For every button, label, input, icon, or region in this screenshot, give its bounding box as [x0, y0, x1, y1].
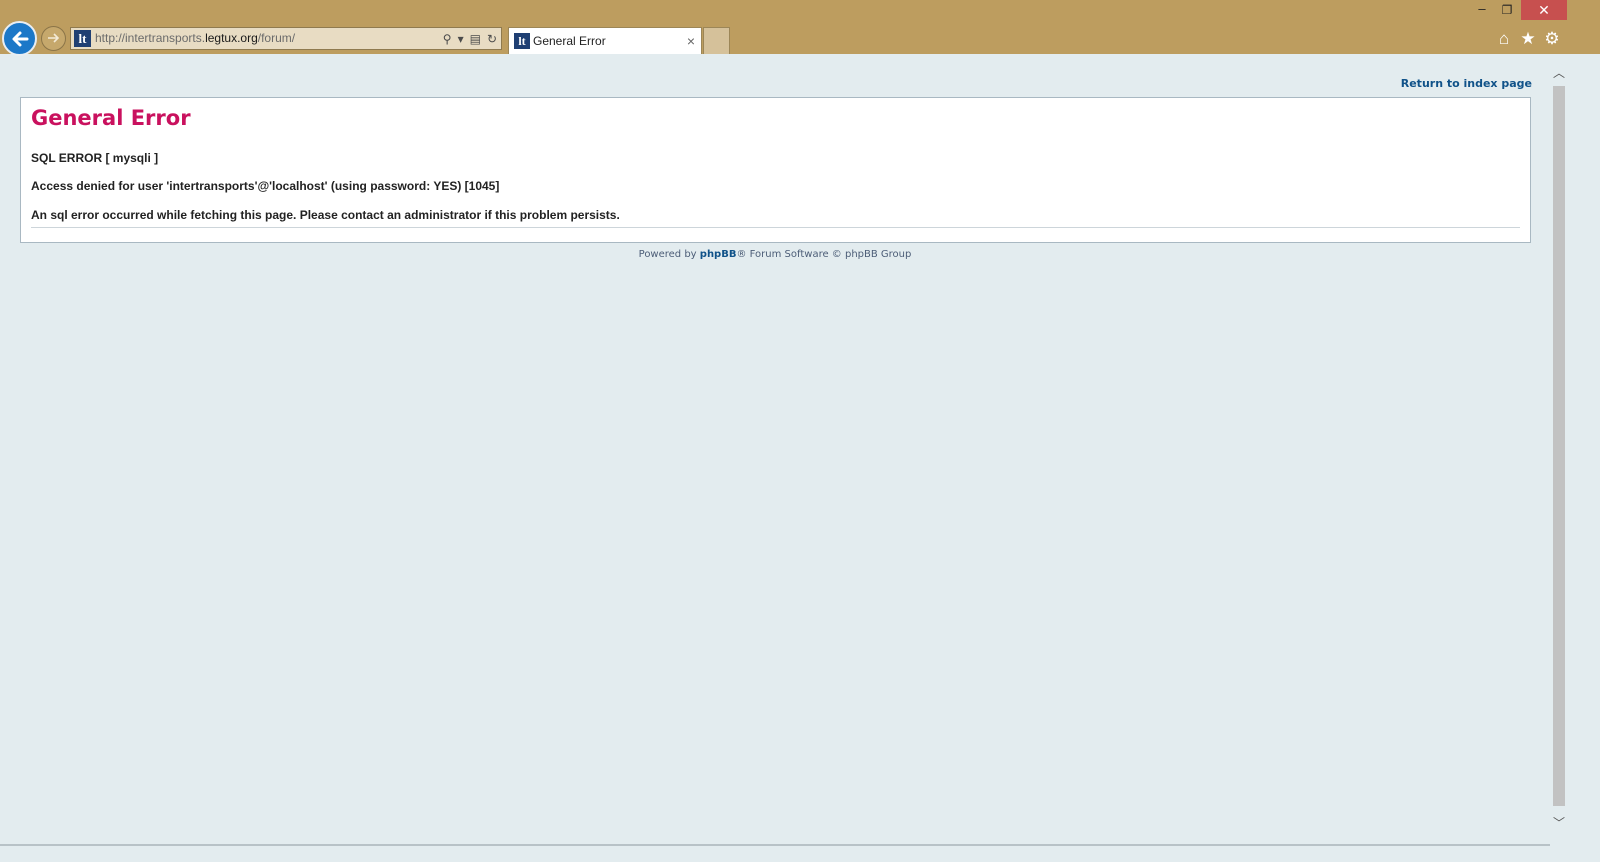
sql-error-detail: Access denied for user 'intertransports'…	[31, 179, 500, 193]
page-title: General Error	[31, 106, 191, 130]
refresh-icon[interactable]: ↻	[487, 32, 497, 46]
url-suffix: /forum/	[257, 31, 296, 45]
sql-error-type: SQL ERROR [ mysqli ]	[31, 151, 159, 165]
status-divider	[0, 844, 1550, 846]
scroll-up-icon[interactable]: ︿	[1551, 64, 1567, 82]
phpbb-link[interactable]: phpBB	[700, 249, 737, 260]
page-content: Return to index page General Error SQL E…	[0, 54, 1550, 844]
url-domain: legtux.org	[205, 31, 258, 45]
tab-close-icon[interactable]: ×	[687, 28, 695, 55]
minimize-button[interactable]: –	[1470, 0, 1494, 20]
scroll-down-icon[interactable]: ﹀	[1551, 814, 1567, 832]
tab-general-error[interactable]: lt General Error ×	[508, 27, 702, 54]
restore-button[interactable]: ❐	[1494, 0, 1520, 20]
tab-title: General Error	[533, 34, 606, 48]
gear-icon[interactable]: ⚙	[1543, 29, 1561, 49]
footer-suffix: ® Forum Software © phpBB Group	[736, 249, 912, 260]
url-prefix: http://intertransports.	[95, 31, 206, 45]
url-text[interactable]: http://intertransports.legtux.org/forum/	[95, 28, 295, 49]
tab-favicon: lt	[514, 33, 530, 49]
vertical-scrollbar[interactable]: ︿ ﹀	[1551, 64, 1567, 832]
dropdown-icon[interactable]: ▾	[458, 32, 464, 46]
address-bar[interactable]: lt http://intertransports.legtux.org/for…	[70, 27, 502, 50]
search-icon[interactable]: ⚲	[443, 32, 452, 46]
forward-icon	[48, 33, 60, 43]
error-panel: General Error SQL ERROR [ mysqli ] Acces…	[20, 97, 1531, 243]
star-icon[interactable]: ★	[1519, 29, 1537, 49]
return-to-index-link[interactable]: Return to index page	[1401, 77, 1532, 90]
footer: Powered by phpBB® Forum Software © phpBB…	[0, 249, 1550, 260]
divider	[31, 227, 1520, 228]
scroll-thumb[interactable]	[1553, 86, 1565, 806]
browser-titlebar: lt http://intertransports.legtux.org/for…	[0, 0, 1600, 56]
new-tab-button[interactable]	[703, 27, 730, 54]
back-button[interactable]	[2, 21, 37, 56]
compatibility-icon[interactable]: ▤	[470, 32, 481, 46]
close-window-button[interactable]: ✕	[1521, 0, 1567, 20]
site-favicon: lt	[74, 30, 91, 47]
forward-button[interactable]	[41, 26, 66, 51]
home-icon[interactable]: ⌂	[1495, 29, 1513, 49]
error-explanation: An sql error occurred while fetching thi…	[31, 208, 620, 222]
back-icon	[12, 31, 29, 47]
footer-prefix: Powered by	[638, 249, 700, 260]
